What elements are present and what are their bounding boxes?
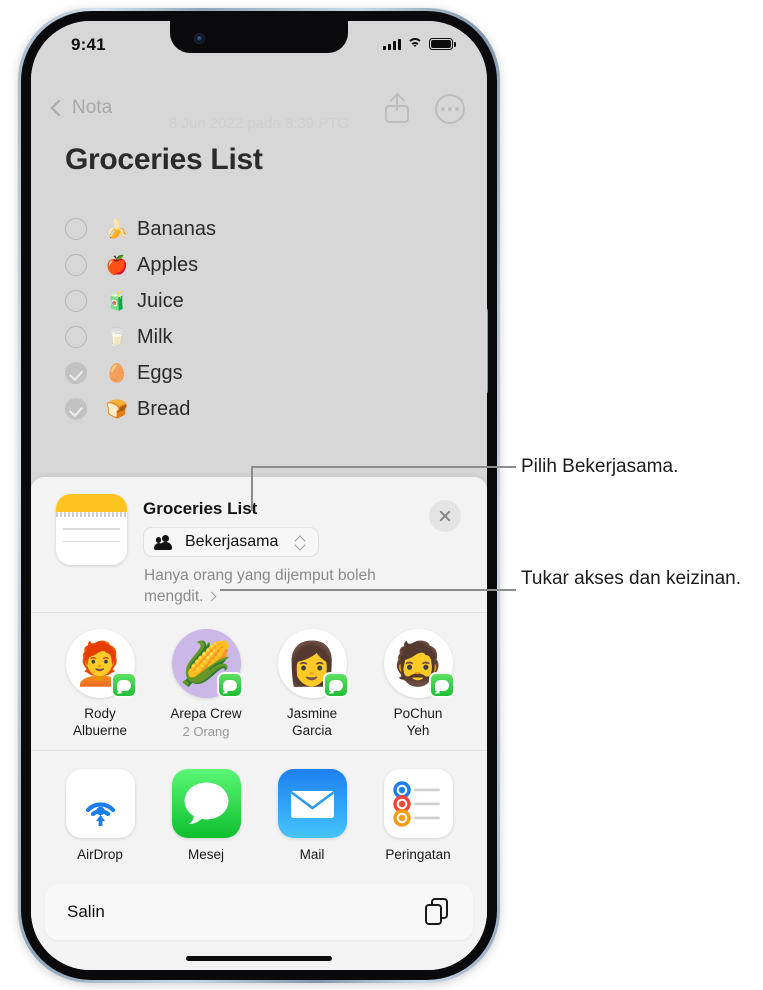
- list-item[interactable]: 🥛 Milk: [65, 319, 467, 355]
- app-label: Mail: [299, 846, 325, 862]
- item-emoji: 🧃: [105, 291, 129, 311]
- contact-item[interactable]: 🧔 PoChun Yeh: [365, 629, 471, 740]
- item-emoji: 🥛: [105, 327, 129, 347]
- share-sheet: Groceries List Bekerjasama Hanya orang y…: [31, 477, 487, 970]
- messages-badge-icon: [216, 672, 243, 698]
- messages-badge-icon: [428, 672, 455, 698]
- messages-badge-icon: [322, 672, 349, 698]
- app-label: Mesej: [187, 846, 224, 862]
- callout-permissions: Tukar akses dan keizinan.: [521, 568, 742, 589]
- copy-action-row[interactable]: Salin: [45, 884, 473, 940]
- item-label: Juice: [137, 289, 184, 312]
- airdrop-icon: [65, 768, 135, 838]
- chevron-right-icon: [207, 591, 217, 602]
- notes-app-icon: [56, 494, 127, 565]
- checkbox-icon[interactable]: [65, 290, 87, 312]
- checklist: 🍌 Bananas 🍎 Apples 🧃 Juice 🥛 Milk 🥚 Eggs…: [65, 211, 467, 427]
- page-title: Groceries List: [65, 143, 263, 176]
- list-item[interactable]: 🍞 Bread: [65, 391, 467, 427]
- list-item[interactable]: 🥚 Eggs: [65, 355, 467, 391]
- app-item-messages[interactable]: Mesej: [153, 768, 259, 862]
- item-label: Apples: [137, 253, 199, 276]
- item-emoji: 🥚: [105, 363, 129, 383]
- item-emoji: 🍞: [105, 399, 129, 419]
- note-page: 9:41 Nota 8 Jun 2022 pada 8:39 PTG Groce…: [31, 21, 487, 970]
- checkbox-icon[interactable]: [65, 398, 87, 420]
- callout-leader-1-horizontal: [251, 466, 516, 468]
- app-item-mail[interactable]: Mail: [259, 768, 365, 862]
- app-item-reminders[interactable]: Peringatan: [365, 768, 471, 862]
- item-label: Eggs: [137, 361, 183, 384]
- people-icon: [154, 535, 176, 550]
- callout-collaborate: Pilih Bekerjasama.: [521, 456, 679, 477]
- contact-name: Jasmine Garcia: [286, 706, 338, 738]
- battery-icon: [429, 38, 456, 50]
- checkbox-icon[interactable]: [65, 362, 87, 384]
- permission-text[interactable]: Hanya orang yang dijemput boleh mengdit.: [144, 565, 404, 608]
- list-item[interactable]: 🧃 Juice: [65, 283, 467, 319]
- app-label: Peringatan: [385, 846, 451, 862]
- share-icon[interactable]: [385, 95, 409, 123]
- contacts-row: 🧑‍🦰 Rody Albuerne 🌽: [31, 613, 487, 750]
- home-indicator[interactable]: [186, 956, 332, 961]
- app-item-airdrop[interactable]: AirDrop: [47, 768, 153, 862]
- cellular-signal-icon: [383, 38, 401, 50]
- contact-subtitle: 2 Orang: [182, 723, 230, 739]
- callout-leader-2-horizontal: [220, 589, 516, 591]
- share-sheet-header: Groceries List Bekerjasama Hanya orang y…: [31, 477, 487, 612]
- checkbox-icon[interactable]: [65, 326, 87, 348]
- more-icon[interactable]: [435, 94, 465, 124]
- item-label: Bananas: [137, 217, 216, 240]
- reminders-icon: [383, 768, 453, 838]
- contact-item[interactable]: 👩 Jasmine Garcia: [259, 629, 365, 740]
- copy-label: Salin: [67, 902, 105, 921]
- list-item[interactable]: 🍌 Bananas: [65, 211, 467, 247]
- contact-name: Rody Albuerne: [72, 706, 128, 738]
- notch: [170, 21, 348, 53]
- copy-icon: [425, 898, 451, 926]
- status-time: 9:41: [71, 35, 106, 54]
- item-label: Milk: [137, 325, 173, 348]
- contact-name: Arepa Crew: [170, 706, 242, 721]
- note-date: 8 Jun 2022 pada 8:39 PTG: [168, 115, 350, 132]
- phone-frame: 9:41 Nota 8 Jun 2022 pada 8:39 PTG Groce…: [18, 8, 500, 983]
- contact-item[interactable]: 🌽 Arepa Crew 2 Orang: [153, 629, 259, 740]
- checkbox-icon[interactable]: [65, 218, 87, 240]
- phone-screen: 9:41 Nota 8 Jun 2022 pada 8:39 PTG Groce…: [31, 21, 487, 970]
- close-icon[interactable]: [429, 500, 461, 532]
- contact-name: PoChun Yeh: [393, 706, 443, 738]
- front-camera-icon: [194, 33, 205, 44]
- status-icons: [383, 38, 456, 50]
- screenshot-root: 9:41 Nota 8 Jun 2022 pada 8:39 PTG Groce…: [0, 0, 763, 990]
- shared-doc-title: Groceries List: [143, 499, 258, 518]
- apps-row: AirDrop Mesej Mail Peringatan: [31, 751, 487, 874]
- item-emoji: 🍌: [105, 219, 129, 239]
- app-label: AirDrop: [77, 846, 123, 862]
- wifi-icon: [407, 38, 423, 50]
- item-label: Bread: [137, 397, 191, 420]
- list-item[interactable]: 🍎 Apples: [65, 247, 467, 283]
- callout-leader-1-vertical: [251, 466, 253, 511]
- permission-label: Hanya orang yang dijemput boleh mengdit.: [144, 567, 376, 606]
- collaborate-label: Bekerjasama: [185, 533, 279, 550]
- collaborate-dropdown[interactable]: Bekerjasama: [143, 527, 319, 557]
- checkbox-icon[interactable]: [65, 254, 87, 276]
- mail-icon: [277, 768, 347, 838]
- chevron-left-icon: [50, 99, 68, 117]
- messages-icon: [171, 768, 241, 838]
- navigation-bar: Nota 8 Jun 2022 pada 8:39 PTG: [31, 93, 487, 137]
- item-emoji: 🍎: [105, 255, 129, 275]
- up-down-chevron-icon: [295, 535, 306, 550]
- messages-badge-icon: [110, 672, 137, 698]
- contact-item[interactable]: 🧑‍🦰 Rody Albuerne: [47, 629, 153, 740]
